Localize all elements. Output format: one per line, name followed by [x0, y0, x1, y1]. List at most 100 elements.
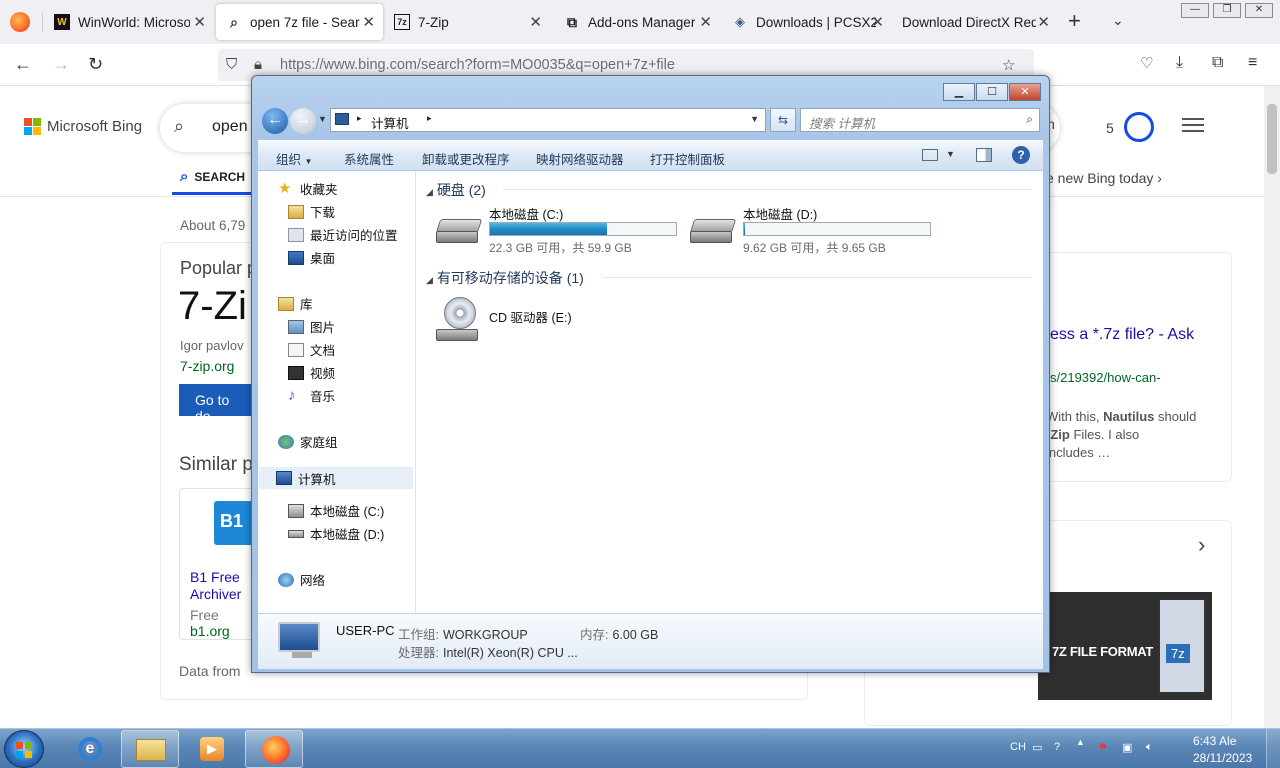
hamburger-menu-icon[interactable] — [1182, 118, 1204, 132]
nav-favorites[interactable]: ★ 收藏夹 — [278, 179, 338, 198]
preview-pane-icon[interactable] — [976, 148, 992, 162]
shield-icon[interactable]: ⛉ — [226, 56, 237, 73]
close-icon[interactable]: ✕ — [362, 13, 375, 31]
7z-format-thumbnail[interactable]: 7Z FILE FORMAT 7z — [1038, 592, 1212, 700]
nav-recent-places[interactable]: 最近访问的位置 — [288, 225, 398, 244]
address-bar[interactable]: ▸ 计算机 ▸ ▼ — [330, 108, 766, 132]
close-button[interactable]: ✕ — [1009, 83, 1041, 101]
nav-music[interactable]: ♪ 音乐 — [288, 386, 335, 405]
scrollbar-thumb[interactable] — [1267, 104, 1277, 174]
change-view-icon[interactable] — [922, 149, 938, 161]
breadcrumb-computer[interactable]: 计算机 — [371, 113, 409, 132]
breadcrumb-arrow-icon[interactable]: ▸ — [427, 113, 432, 124]
system-properties-button[interactable]: 系统属性 — [344, 149, 394, 168]
explorer-window[interactable]: ▁ ☐ ✕ ← → ▼ ▸ 计算机 ▸ ▼ ⇆ 搜索 计算机 ⌕ 组织 ▼ 系统… — [251, 75, 1050, 673]
search-icon[interactable]: ⌕ — [1026, 112, 1033, 127]
input-language[interactable]: CH — [1010, 741, 1026, 753]
app-name[interactable]: B1 Free Archiver — [190, 569, 258, 603]
clock-date[interactable]: 28/11/2023 — [1193, 751, 1252, 765]
firefox-icon[interactable] — [10, 12, 30, 32]
address-dropdown-icon[interactable]: ▼ — [750, 114, 759, 124]
close-icon[interactable]: ✕ — [193, 13, 206, 31]
minimize-button[interactable]: ▁ — [943, 83, 975, 101]
back-arrow-icon[interactable]: ← — [262, 108, 288, 134]
open-control-panel-button[interactable]: 打开控制面板 — [650, 149, 725, 168]
keyboard-icon[interactable]: ▭ — [1032, 741, 1042, 754]
close-icon[interactable]: ✕ — [871, 13, 884, 31]
close-icon[interactable]: ✕ — [1037, 13, 1050, 31]
nav-pictures[interactable]: 图片 — [288, 317, 335, 336]
restore-button[interactable]: ❐ — [1213, 3, 1241, 18]
close-icon[interactable]: ✕ — [529, 13, 542, 31]
refresh-button[interactable]: ⇆ — [770, 108, 796, 132]
entity-site-link[interactable]: 7-zip.org — [180, 358, 234, 374]
help-icon[interactable]: ? — [1012, 146, 1030, 164]
taskbar-firefox[interactable] — [245, 730, 303, 768]
taskbar-media-player[interactable]: ▶ — [182, 730, 240, 768]
tab-winworld[interactable]: W WinWorld: Microso ✕ — [44, 4, 214, 40]
nav-downloads[interactable]: 下载 — [288, 202, 335, 221]
close-button[interactable]: ✕ — [1245, 3, 1273, 18]
chevron-right-icon[interactable]: › — [1198, 532, 1205, 558]
history-dropdown-icon[interactable]: ▼ — [318, 114, 327, 124]
rewards-count[interactable]: 5 — [1106, 120, 1114, 136]
search-icon[interactable]: ⌕ — [174, 116, 184, 137]
tab-bing-search[interactable]: ⌕ open 7z file - Searc ✕ — [216, 4, 383, 40]
map-network-drive-button[interactable]: 映射网络驱动器 — [536, 149, 624, 168]
tab-7zip[interactable]: 7z 7-Zip ✕ — [384, 4, 550, 40]
page-scrollbar[interactable] — [1264, 86, 1280, 728]
reload-icon[interactable]: ↻ — [88, 54, 103, 75]
nav-videos[interactable]: 视频 — [288, 363, 335, 382]
nav-homegroup[interactable]: 家庭组 — [278, 432, 338, 451]
app-site[interactable]: b1.org — [190, 623, 230, 639]
help-icon[interactable]: ? — [1054, 741, 1060, 753]
downloads-icon[interactable]: ⤓ — [1176, 54, 1183, 72]
new-bing-promo[interactable]: e new Bing today › — [1046, 170, 1162, 186]
extensions-icon[interactable]: ⧉ — [1212, 54, 1223, 72]
bookmark-star-icon[interactable]: ☆ — [1002, 56, 1015, 74]
result-title-link[interactable]: ess a *.7z file? - Ask — [1050, 326, 1194, 344]
similar-app-card[interactable]: B1 B1 Free Archiver Free b1.org — [179, 488, 259, 640]
close-icon[interactable]: ✕ — [699, 13, 712, 31]
volume-icon[interactable]: 🔈︎ — [1146, 741, 1153, 754]
action-center-icon[interactable]: ⚑ — [1098, 741, 1108, 754]
start-button[interactable] — [4, 730, 44, 768]
tab-pcsx2[interactable]: ◈ Downloads | PCSX2 ✕ — [722, 4, 892, 40]
group-hard-disks[interactable]: ◢ 硬盘 (2) — [426, 180, 486, 200]
group-removable-storage[interactable]: ◢ 有可移动存储的设备 (1) — [426, 268, 584, 288]
taskbar-ie[interactable]: e — [60, 730, 118, 768]
taskbar-explorer[interactable] — [121, 730, 179, 768]
nav-network[interactable]: 网络 — [278, 570, 325, 589]
show-desktop-button[interactable] — [1266, 729, 1280, 768]
uninstall-program-button[interactable]: 卸载或更改程序 — [422, 149, 510, 168]
nav-libraries[interactable]: 库 — [278, 294, 313, 313]
menu-icon[interactable]: ≡ — [1248, 54, 1257, 72]
rewards-medal-icon[interactable] — [1124, 112, 1154, 142]
nav-drive-c[interactable]: 本地磁盘 (C:) — [288, 501, 384, 520]
nav-desktop[interactable]: 桌面 — [288, 248, 335, 267]
show-hidden-icons-icon[interactable]: ▲ — [1076, 737, 1085, 747]
minimize-button[interactable]: — — [1181, 3, 1209, 18]
list-tabs-icon[interactable]: ⌄ — [1112, 12, 1124, 29]
pocket-icon[interactable]: ♡ — [1140, 54, 1153, 72]
new-tab-button[interactable]: + — [1068, 8, 1081, 34]
tab-addons-manager[interactable]: ⧉ Add-ons Manager ✕ — [554, 4, 720, 40]
clock-time[interactable]: 6:43 Ale — [1193, 734, 1236, 748]
back-icon[interactable]: ← — [14, 54, 32, 75]
nav-drive-d[interactable]: 本地磁盘 (D:) — [288, 524, 384, 543]
explorer-search-input[interactable]: 搜索 计算机 ⌕ — [800, 108, 1040, 132]
nav-computer[interactable]: 计算机 — [259, 467, 413, 489]
scope-search-tab[interactable]: ⌕ SEARCH — [180, 168, 245, 185]
forward-icon[interactable]: → — [52, 54, 70, 75]
network-status-icon[interactable]: ▣ — [1122, 741, 1132, 754]
url-text[interactable]: https://www.bing.com/search?form=MO0035&… — [280, 57, 675, 73]
result-url[interactable]: s/219392/how-can- — [1050, 370, 1161, 385]
go-to-download-button[interactable]: Go to do — [179, 384, 259, 424]
breadcrumb-arrow-icon[interactable]: ▸ — [357, 113, 362, 124]
lock-icon[interactable]: 🔒︎ — [254, 56, 262, 73]
organize-menu[interactable]: 组织 ▼ — [276, 149, 312, 168]
tab-directx[interactable]: Download DirectX Redi ✕ — [892, 4, 1058, 40]
view-dropdown-icon[interactable]: ▼ — [946, 149, 955, 159]
nav-documents[interactable]: 文档 — [288, 340, 335, 359]
forward-arrow-icon[interactable]: → — [290, 108, 316, 134]
